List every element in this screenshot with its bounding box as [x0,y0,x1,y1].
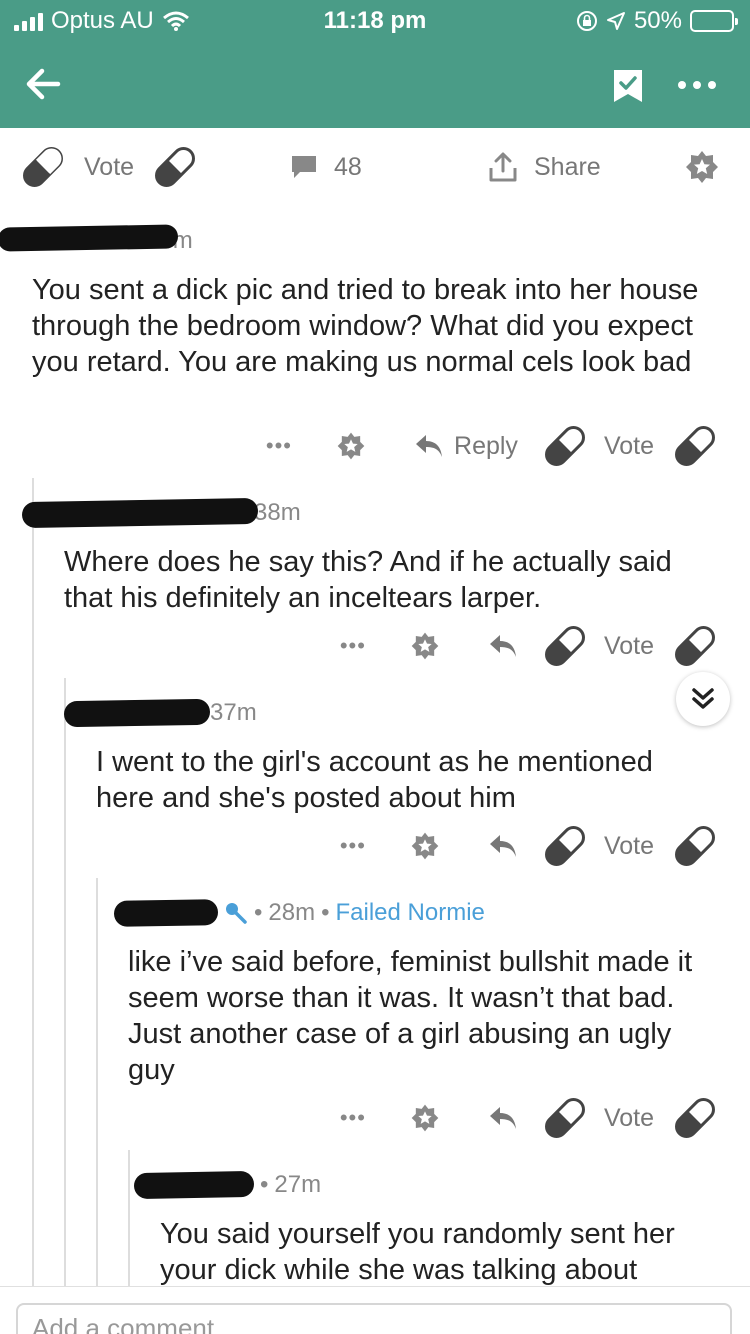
pill-vote-icon [23,147,63,187]
downvote-button[interactable] [670,621,720,671]
comment-age: 37m [210,699,257,726]
thread-line-level-3 [96,878,98,1286]
star-badge-icon[interactable] [336,431,366,461]
reply-arrow-icon [489,635,516,657]
more-dots-icon[interactable]: ••• [340,833,366,859]
status-right: 50% [576,7,738,35]
comment-actions: ••• Vote [340,1090,720,1146]
share-button[interactable]: Share [488,128,601,206]
pill-vote-icon [544,826,585,866]
reply-button[interactable] [488,833,518,859]
reply-label: Reply [454,431,518,460]
more-dots-icon[interactable]: ••• [266,433,292,459]
comment: 38m Where does he say this? And if he ac… [21,496,724,616]
battery-icon [690,10,738,32]
comments-button[interactable]: 48 [290,128,362,206]
redacted-username [133,1170,255,1200]
downvote-button[interactable] [670,821,720,871]
vote-label: Vote [603,831,654,860]
reply-button[interactable] [488,1105,518,1131]
post-vote-label: Vote [84,152,135,181]
reply-arrow-icon [489,835,516,857]
award-button[interactable] [684,128,720,206]
comment: • 28m • Failed Normie like i’ve said bef… [113,896,718,1088]
app-bar [0,40,750,128]
pill-vote-icon [675,426,715,466]
location-icon [606,12,625,30]
rotation-lock-icon [576,11,597,31]
speech-bubble-icon [292,156,316,178]
add-comment-input[interactable] [16,1303,732,1334]
thread-line-level-2 [64,678,66,1286]
upvote-button[interactable] [540,421,590,471]
status-bar: Optus AU 11:18 pm 50% [0,0,750,40]
downvote-button[interactable] [670,421,720,471]
more-dots-icon[interactable] [672,70,722,100]
reply-arrow-icon [416,435,443,457]
comment-actions: ••• Vote [340,818,720,874]
star-badge-icon[interactable] [410,1103,440,1133]
comment-actions: ••• Reply Vote [266,418,720,474]
battery-percent: 50% [633,7,682,34]
star-badge-icon[interactable] [410,631,440,661]
star-badge-icon [686,151,718,183]
microphone-icon [226,903,247,924]
more-dots-icon[interactable]: ••• [340,633,366,659]
redacted-username [63,698,211,728]
comment-count: 48 [334,152,362,181]
meta-separator: • [254,899,263,926]
comment: 37m I went to the girl's account as he m… [63,696,716,816]
thread-line-level-4 [128,1150,130,1286]
upvote-button[interactable] [540,821,590,871]
pill-vote-icon [544,626,585,666]
comment-age: 28m [268,899,316,926]
downvote-button[interactable] [670,1093,720,1143]
pill-vote-icon [544,1098,585,1138]
vote-label: Vote [603,1103,654,1132]
comment-text: I went to the girl's account as he menti… [96,746,653,814]
redacted-username [21,497,259,529]
comment-age: 38m [254,499,301,526]
comment-text: You said yourself you randomly sent her … [160,1218,675,1286]
post-action-bar: Vote 48 Share [0,128,750,206]
comment-age: 27m [274,1171,322,1198]
upvote-button[interactable] [18,128,68,206]
star-badge-icon[interactable] [410,831,440,861]
redacted-username [113,899,219,927]
comment-text: You sent a dick pic and tried to break i… [32,274,699,378]
user-flair: Failed Normie [335,899,485,926]
vote-label: Vote [603,631,654,660]
comment: 45m You sent a dick pic and tried to bre… [0,224,722,380]
comment-text: Where does he say this? And if he actual… [64,546,672,614]
redacted-username [0,224,179,252]
reply-button[interactable] [488,633,518,659]
reply-button[interactable]: Reply [414,432,518,461]
vote-label: Vote [603,431,654,460]
pill-vote-icon [675,626,715,666]
more-dots-icon[interactable]: ••• [340,1105,366,1131]
pill-vote-icon [675,1098,715,1138]
pill-vote-icon [155,147,195,187]
arrow-left-icon[interactable] [20,60,68,108]
pill-vote-icon [544,426,585,466]
comment: • 27m You said yourself you randomly sen… [133,1168,720,1288]
share-label: Share [534,152,601,181]
meta-separator: • [321,899,330,926]
reply-arrow-icon [489,1107,516,1129]
comment-text: like i’ve said before, feminist bullshit… [128,946,693,1086]
upvote-button[interactable] [540,621,590,671]
meta-separator: • [260,1171,269,1198]
thread-line-level-1 [32,478,34,1286]
share-upload-icon [489,152,517,182]
upvote-button[interactable] [540,1093,590,1143]
comment-actions: ••• Vote [340,618,720,674]
downvote-button[interactable] [150,128,200,206]
bookmark-check-icon[interactable] [612,68,644,104]
comment-composer-bar [0,1286,750,1334]
pill-vote-icon [675,826,715,866]
